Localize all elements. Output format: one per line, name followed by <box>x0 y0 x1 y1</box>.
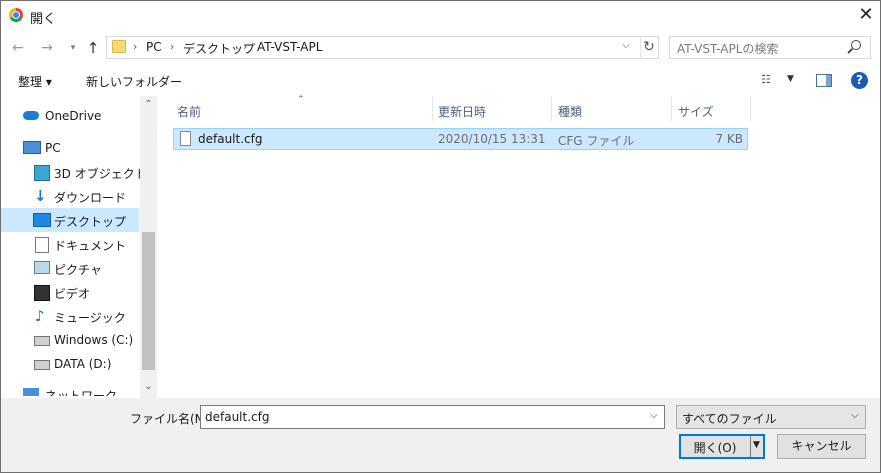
chevron-down-icon[interactable]: ⌵ <box>650 410 658 421</box>
nav-item-desktop[interactable]: デスクトップ <box>1 208 139 232</box>
new-folder-button[interactable]: 新しいフォルダー <box>86 73 182 90</box>
nav-item-documents[interactable]: ドキュメント <box>1 232 139 256</box>
nav-item-label: デスクトップ <box>54 215 127 229</box>
nav-item-videos[interactable]: ビデオ <box>1 280 139 304</box>
search-icon[interactable] <box>851 40 861 50</box>
organize-button[interactable]: 整理 ▾ <box>18 73 52 90</box>
up-button[interactable]: ↑ <box>84 38 102 58</box>
file-modified: 2020/10/15 13:31 <box>438 132 546 146</box>
scroll-down-icon[interactable]: ⌄ <box>140 381 157 392</box>
document-icon <box>35 237 49 253</box>
nav-item-label: 3D オブジェクト <box>54 167 147 181</box>
view-options-icon[interactable]: ☷ <box>761 74 777 86</box>
breadcrumb-separator: › <box>243 40 248 53</box>
refresh-button[interactable]: ↻ <box>640 37 657 57</box>
recent-locations-button[interactable]: ▾ <box>64 38 82 58</box>
column-divider[interactable] <box>551 97 552 121</box>
nav-item-onedrive[interactable]: OneDrive <box>1 104 139 128</box>
download-icon: ↓ <box>34 187 47 205</box>
nav-item-label: ドキュメント <box>54 239 127 253</box>
network-icon <box>23 388 39 396</box>
breadcrumb-separator: › <box>133 40 138 53</box>
folder-icon <box>112 40 126 53</box>
nav-item-pictures[interactable]: ピクチャ <box>1 256 139 280</box>
open-button-label: 開く(O) <box>693 441 737 455</box>
video-icon <box>34 285 50 301</box>
help-icon[interactable]: ? <box>851 72 868 89</box>
desktop-icon <box>33 213 51 227</box>
file-size: 7 KB <box>715 132 743 146</box>
file-icon <box>180 131 191 146</box>
preview-pane-icon[interactable] <box>816 74 832 87</box>
column-header-name[interactable]: 名前 <box>177 103 201 120</box>
column-divider[interactable] <box>432 97 433 121</box>
nav-item-label: ネットワーク <box>45 389 118 396</box>
window-title: 開く <box>30 12 57 27</box>
column-header-size[interactable]: サイズ <box>678 103 714 120</box>
breadcrumb-pc[interactable]: PC <box>146 40 162 54</box>
nav-scrollbar-thumb[interactable] <box>142 232 155 370</box>
nav-item-label: OneDrive <box>45 109 102 123</box>
open-button-divider <box>750 436 751 457</box>
cancel-button[interactable]: キャンセル <box>777 434 866 459</box>
chevron-down-icon[interactable]: ⌵ <box>851 410 859 421</box>
column-divider[interactable] <box>750 97 751 121</box>
pc-icon <box>23 141 41 154</box>
nav-item-label: PC <box>45 141 61 155</box>
filename-input[interactable] <box>200 405 665 429</box>
nav-item-drive-c[interactable]: Windows (C:) <box>1 328 139 352</box>
back-button[interactable]: ← <box>9 38 27 58</box>
file-name: default.cfg <box>198 132 263 146</box>
pictures-icon <box>34 261 50 274</box>
nav-item-downloads[interactable]: ↓ ダウンロード <box>1 184 139 208</box>
nav-item-drive-d[interactable]: DATA (D:) <box>1 352 139 376</box>
filename-value: default.cfg <box>205 410 270 424</box>
music-icon: ♪ <box>35 307 45 325</box>
forward-button[interactable]: → <box>38 38 56 58</box>
nav-item-label: Windows (C:) <box>54 333 134 347</box>
3d-objects-icon <box>34 165 50 181</box>
nav-item-label: ミュージック <box>54 311 126 325</box>
file-type-filter-value: すべてのファイル <box>682 412 777 426</box>
title-bar <box>0 0 881 31</box>
nav-item-label: ピクチャ <box>54 263 102 277</box>
nav-item-music[interactable]: ♪ ミュージック <box>1 304 139 328</box>
search-placeholder: AT-VST-APLの検索 <box>677 42 779 56</box>
close-button[interactable]: ✕ <box>855 4 877 26</box>
nav-item-network[interactable]: ネットワーク <box>1 382 139 396</box>
onedrive-icon <box>23 111 39 120</box>
drive-icon <box>34 360 50 370</box>
nav-item-3d-objects[interactable]: 3D オブジェクト <box>1 160 147 184</box>
column-header-type[interactable]: 種類 <box>558 103 582 120</box>
column-header-modified[interactable]: 更新日時 <box>438 103 486 120</box>
breadcrumb-folder[interactable]: AT-VST-APL <box>257 40 322 54</box>
chrome-icon <box>9 8 23 22</box>
nav-item-label: DATA (D:) <box>54 357 112 371</box>
chevron-down-icon[interactable]: ▼ <box>787 74 794 84</box>
column-divider[interactable] <box>671 97 672 121</box>
sort-ascending-icon: ⌃ <box>297 95 305 105</box>
nav-item-pc[interactable]: PC <box>1 136 139 160</box>
chevron-down-icon[interactable]: ⌵ <box>622 40 630 51</box>
drive-icon <box>34 336 50 346</box>
nav-item-label: ビデオ <box>54 287 91 301</box>
file-type: CFG ファイル <box>558 134 635 148</box>
breadcrumb-separator: › <box>170 40 175 53</box>
open-options-dropdown[interactable]: ▼ <box>753 440 760 450</box>
nav-item-label: ダウンロード <box>54 191 127 205</box>
scroll-up-icon[interactable]: ⌃ <box>140 99 157 110</box>
